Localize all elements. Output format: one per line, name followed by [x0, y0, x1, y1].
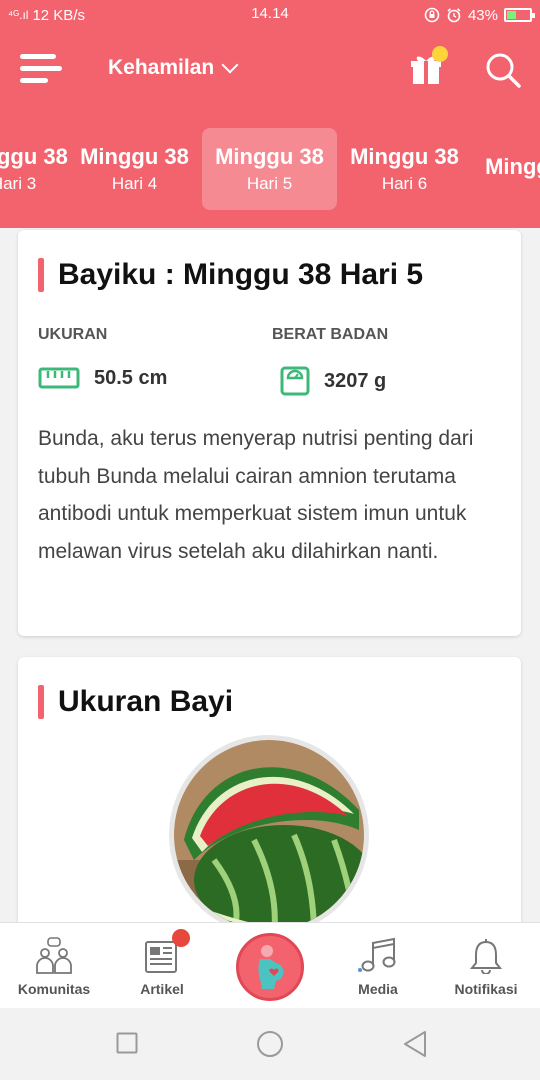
- day-tab-week: Minggu 38: [80, 144, 189, 169]
- day-tab[interactable]: Minggu 38 Hari 6: [337, 128, 472, 210]
- nav-label: Komunitas: [17, 981, 91, 997]
- battery-icon: [504, 8, 535, 22]
- nav-media[interactable]: Media: [324, 923, 432, 1009]
- size-card-title: Ukuran Bayi: [58, 685, 234, 718]
- artikel-badge: [172, 929, 190, 947]
- app-header: ⁴ᴳ.ıl 12 KB/s 14.14 43% Kehamilan ggu 38…: [0, 0, 540, 228]
- chevron-down-icon: [221, 56, 239, 74]
- baby-card-title: Bayiku : Minggu 38 Hari 5: [58, 258, 424, 291]
- gift-notification-dot: [432, 46, 448, 62]
- day-tab-day: Hari 6: [381, 174, 428, 193]
- watermelon-image: [169, 735, 369, 935]
- day-tab[interactable]: Minggu 38 Hari 4: [67, 128, 202, 210]
- day-tab-day: Hari 4: [111, 174, 158, 193]
- day-tab-day: Hari 3: [0, 174, 37, 193]
- lock-rotation-icon: [424, 7, 440, 23]
- size-card-header: Ukuran Bayi: [38, 685, 233, 719]
- section-title: Kehamilan: [108, 56, 215, 79]
- title-accent-bar: [38, 258, 44, 292]
- status-bar: ⁴ᴳ.ıl 12 KB/s 14.14 43%: [0, 0, 540, 30]
- day-tab-day: Hari 5: [246, 174, 293, 193]
- pregnancy-home-button[interactable]: [236, 933, 304, 1001]
- weight-stat: 3207 g: [280, 366, 386, 396]
- section-dropdown[interactable]: Kehamilan: [108, 56, 239, 80]
- nav-komunitas[interactable]: Komunitas: [0, 923, 108, 1009]
- network-speed: 12 KB/s: [32, 6, 85, 24]
- network-signal: ⁴ᴳ.ıl: [8, 8, 29, 22]
- size-stat: 50.5 cm: [38, 366, 167, 390]
- nav-label: Notifikasi: [454, 981, 518, 997]
- pregnant-mother-icon: [258, 945, 284, 989]
- back-icon[interactable]: [402, 1030, 428, 1058]
- weight-label: BERAT BADAN: [272, 326, 389, 343]
- home-icon[interactable]: [256, 1030, 284, 1058]
- baby-size-card: Ukuran Bayi: [18, 657, 521, 937]
- music-icon: [358, 937, 398, 975]
- size-label: UKURAN: [38, 326, 108, 343]
- baby-card-header: Bayiku : Minggu 38 Hari 5: [38, 258, 423, 292]
- day-tab-week: Minggu 38: [485, 154, 540, 179]
- alarm-icon: [447, 8, 461, 23]
- day-tab[interactable]: Minggu 38: [472, 128, 540, 210]
- ruler-icon: [38, 367, 80, 389]
- title-accent-bar: [38, 685, 44, 719]
- day-tab-selected[interactable]: Minggu 38 Hari 5: [202, 128, 337, 210]
- week-day-selector: Minggu 38 Hari 3 Minggu 38 Hari 4 Minggu…: [0, 128, 540, 210]
- bottom-navigation: Komunitas Artikel Media Notifikasi: [0, 922, 540, 1008]
- day-tab-week: Minggu 38: [215, 144, 324, 169]
- menu-icon[interactable]: [20, 52, 62, 86]
- system-navigation-bar: [0, 1008, 540, 1080]
- weight-value: 3207 g: [324, 369, 387, 392]
- nav-notifikasi[interactable]: Notifikasi: [432, 923, 540, 1009]
- article-icon: [144, 929, 190, 975]
- day-tab-week: Minggu 38: [0, 144, 68, 169]
- day-tab-week: Minggu 38: [350, 144, 459, 169]
- bell-icon: [469, 937, 503, 975]
- battery-percent: 43%: [467, 6, 498, 24]
- size-value: 50.5 cm: [94, 366, 168, 389]
- nav-label: Artikel: [140, 981, 184, 997]
- nav-label: Media: [358, 981, 398, 997]
- search-icon[interactable]: [485, 52, 521, 88]
- gift-icon[interactable]: [410, 46, 448, 86]
- community-icon: [34, 937, 74, 975]
- baby-description: Bunda, aku terus menyerap nutrisi pentin…: [38, 427, 474, 563]
- baby-info-card: Bayiku : Minggu 38 Hari 5 UKURAN BERAT B…: [18, 230, 521, 636]
- nav-artikel[interactable]: Artikel: [108, 923, 216, 1009]
- toolbar: Kehamilan: [0, 40, 540, 100]
- recent-apps-icon[interactable]: [116, 1032, 138, 1054]
- weighing-scale-icon: [280, 366, 310, 396]
